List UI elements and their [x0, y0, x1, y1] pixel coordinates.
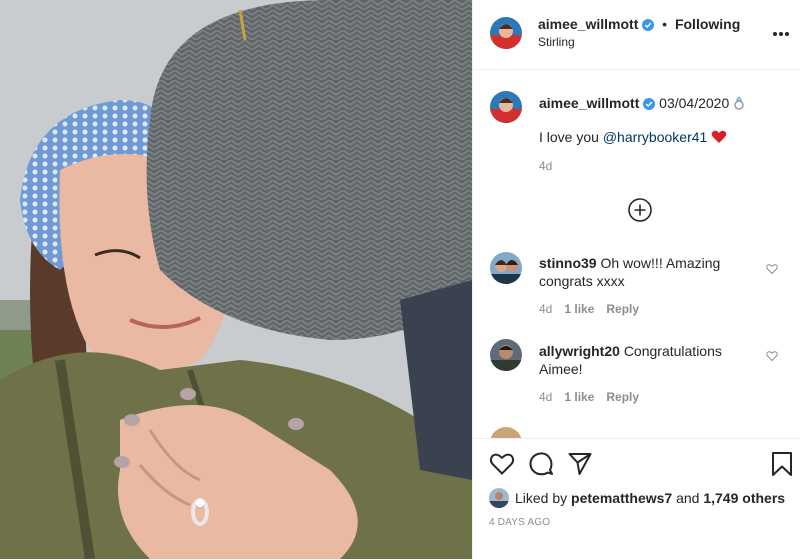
more-options-icon[interactable]	[772, 24, 790, 36]
following-button[interactable]: Following	[675, 16, 740, 32]
red-heart-emoji-icon	[711, 129, 727, 145]
instagram-post: aimee_willmott • Following Stirling aime…	[0, 0, 800, 559]
comment-avatar[interactable]	[490, 339, 522, 371]
comment-age: 4d	[539, 390, 553, 404]
comment-body: allywright20 Congratulations Aimee!	[539, 342, 735, 378]
caption-text: I love you @harrybooker41	[539, 129, 727, 145]
verified-badge-icon	[643, 97, 656, 113]
caption-date: 03/04/2020	[659, 95, 730, 111]
reply-button[interactable]: Reply	[606, 390, 639, 404]
comment-bubble-icon[interactable]	[528, 451, 554, 477]
comment-username[interactable]: allywright20	[539, 343, 620, 359]
author-avatar[interactable]	[490, 17, 522, 49]
post-timestamp[interactable]: 4 DAYS AGO	[489, 517, 550, 528]
comment-likes-link[interactable]: 1 like	[564, 390, 594, 404]
reply-button[interactable]: Reply	[606, 302, 639, 316]
like-comment-heart-icon[interactable]	[766, 262, 778, 275]
caption-avatar[interactable]	[490, 91, 522, 123]
post-photo[interactable]	[0, 0, 472, 559]
comments-list[interactable]: aimee_willmott 03/04/2020 I love you @ha…	[473, 70, 800, 438]
author-username[interactable]: aimee_willmott	[538, 16, 638, 32]
caption-age: 4d	[539, 159, 553, 173]
comment-meta: 4d 1 like Reply	[539, 390, 639, 404]
liked-by-mid: and	[676, 490, 700, 506]
save-bookmark-icon[interactable]	[769, 451, 795, 477]
post-side-panel: aimee_willmott • Following Stirling aime…	[472, 0, 800, 559]
verified-badge-icon	[642, 18, 655, 34]
caption-mention-link[interactable]: @harrybooker41	[603, 129, 708, 145]
share-paper-plane-icon[interactable]	[567, 451, 593, 477]
caption-header: aimee_willmott 03/04/2020	[539, 95, 745, 113]
load-more-comments-icon[interactable]	[627, 197, 653, 223]
comment-meta: 4d 1 like Reply	[539, 302, 639, 316]
liked-by-line: Liked by petematthews7 and 1,749 others	[489, 488, 785, 508]
caption-text-prefix: I love you	[539, 129, 599, 145]
header-user-line: aimee_willmott • Following	[538, 16, 740, 34]
liked-by-prefix: Liked by	[515, 490, 568, 506]
comment-avatar[interactable]	[490, 252, 522, 284]
comment-username[interactable]: stinno39	[539, 255, 597, 271]
separator-dot: •	[662, 16, 668, 32]
liked-by-username[interactable]: petematthews7	[571, 490, 672, 506]
post-header: aimee_willmott • Following Stirling	[473, 0, 800, 70]
comment-age: 4d	[539, 302, 553, 316]
like-comment-heart-icon[interactable]	[766, 349, 778, 362]
comment-avatar[interactable]	[490, 427, 522, 438]
comment-body: stinno39 Oh wow!!! Amazing congrats xxxx	[539, 254, 735, 290]
comment-likes-link[interactable]: 1 like	[564, 302, 594, 316]
like-heart-icon[interactable]	[489, 451, 515, 477]
likes-count-link[interactable]: 1,749 others	[703, 490, 785, 506]
post-location[interactable]: Stirling	[538, 35, 575, 49]
post-actions: Liked by petematthews7 and 1,749 others …	[473, 438, 800, 560]
liker-avatar[interactable]	[489, 488, 509, 508]
caption-username[interactable]: aimee_willmott	[539, 95, 639, 111]
ring-emoji-icon	[733, 95, 745, 111]
